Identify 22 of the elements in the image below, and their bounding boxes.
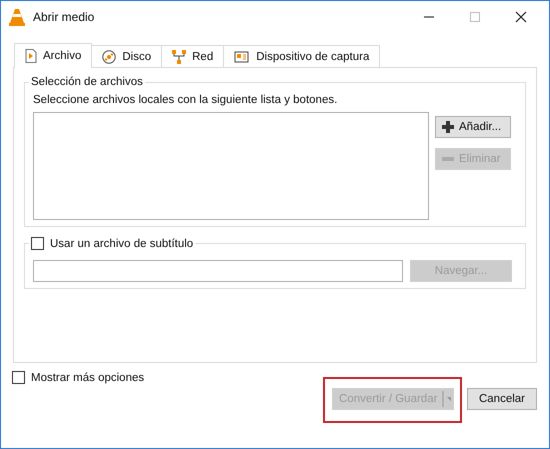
instruction-text: Seleccione archivos locales con la siguiente lista y botones. [33, 94, 338, 106]
subtitle-path-field[interactable] [33, 260, 403, 282]
cancel-button[interactable]: Cancelar [467, 388, 537, 410]
tab[interactable]: Red [161, 45, 224, 67]
traffic-cone-icon [9, 8, 25, 26]
checkbox-label: Mostrar más opciones [31, 372, 144, 384]
dropdown-caret-icon [442, 389, 451, 409]
checkbox-label: Usar un archivo de subtítulo [50, 238, 194, 250]
document-icon [25, 49, 37, 63]
capture-card-icon [234, 50, 250, 64]
checkbox[interactable] [12, 371, 25, 384]
tab[interactable]: Archivo [14, 43, 92, 68]
tab[interactable]: Disco [91, 45, 162, 67]
disc-icon [102, 50, 116, 64]
window-title: Abrir medio [33, 10, 94, 24]
plus-icon [442, 121, 454, 133]
tab[interactable]: Dispositivo de captura [223, 45, 380, 67]
close-icon[interactable] [515, 11, 527, 23]
group-title: Selección de archivos [30, 76, 144, 88]
network-icon [172, 50, 186, 64]
checkbox[interactable] [31, 237, 44, 250]
add-button[interactable]: Añadir... [435, 116, 511, 138]
